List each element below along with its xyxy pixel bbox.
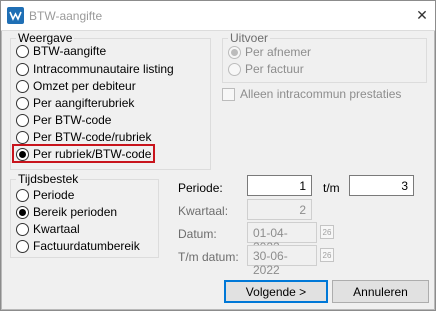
tm-datum-input[interactable]: 30-06-2022 — [247, 245, 317, 277]
radio-kwartaal-button[interactable] — [16, 222, 29, 236]
radio-per-btw-code-rubriek[interactable]: Per BTW-code/rubriek — [16, 129, 151, 145]
radio-per-factuur-label: Per factuur — [245, 62, 304, 76]
radio-omzet-per-debiteur[interactable]: Omzet per debiteur — [16, 78, 136, 94]
radio-periode[interactable]: Periode — [16, 187, 74, 203]
radio-bereik-perioden[interactable]: Bereik perioden — [16, 204, 117, 220]
next-button[interactable]: Volgende > — [224, 280, 328, 303]
kwartaal-input[interactable]: 2 — [247, 199, 312, 220]
radio-omzet-per-debiteur-button[interactable] — [16, 79, 29, 93]
datum-input[interactable]: 01-04-2022 — [247, 222, 317, 254]
radio-factuurdatumbereik[interactable]: Factuurdatumbereik — [16, 238, 140, 254]
dialog-body: Weergave BTW-aangifte Intracommunautaire… — [1, 31, 435, 310]
radio-btw-aangifte-button[interactable] — [16, 44, 29, 58]
datum-calendar-icon[interactable]: 26 — [320, 225, 334, 239]
radio-per-factuur[interactable]: Per factuur — [228, 61, 304, 77]
radio-per-rubriek-btw-code-label: Per rubriek/BTW-code — [33, 147, 152, 161]
tm-datum-calendar-day: 26 — [322, 250, 332, 260]
window-title: BTW-aangifte — [29, 9, 103, 23]
radio-kwartaal-label: Kwartaal — [33, 222, 80, 236]
app-icon — [7, 7, 24, 24]
radio-factuurdatumbereik-label: Factuurdatumbereik — [33, 239, 140, 253]
radio-kwartaal[interactable]: Kwartaal — [16, 221, 80, 237]
radio-btw-aangifte[interactable]: BTW-aangifte — [16, 43, 106, 59]
tijdsbestek-legend: Tijdsbestek — [16, 172, 81, 186]
radio-per-rubriek-btw-code-button[interactable] — [16, 147, 29, 161]
tm-datum-label: T/m datum: — [178, 250, 239, 264]
periode-from-input[interactable]: 1 — [247, 175, 312, 196]
radio-per-afnemer-label: Per afnemer — [245, 45, 312, 59]
periode-label: Periode: — [178, 181, 223, 195]
radio-bereik-perioden-button[interactable] — [16, 205, 29, 219]
radio-per-btw-code-button[interactable] — [16, 113, 29, 127]
radio-bereik-perioden-label: Bereik perioden — [33, 205, 118, 219]
radio-intracommunautaire-listing-button[interactable] — [16, 62, 29, 76]
radio-btw-aangifte-label: BTW-aangifte — [33, 44, 107, 58]
radio-per-rubriek-btw-code[interactable]: Per rubriek/BTW-code — [16, 146, 151, 162]
kwartaal-label: Kwartaal: — [178, 204, 229, 218]
radio-intracommunautaire-listing[interactable]: Intracommunautaire listing — [16, 61, 174, 77]
radio-intracommunautaire-listing-label: Intracommunautaire listing — [33, 62, 174, 76]
radio-periode-label: Periode — [33, 188, 75, 202]
periode-to-input[interactable]: 3 — [349, 175, 414, 196]
cancel-button[interactable]: Annuleren — [332, 280, 429, 303]
radio-per-aangifterubriek-label: Per aangifterubriek — [33, 96, 135, 110]
close-icon[interactable]: ✕ — [414, 7, 430, 23]
radio-per-afnemer[interactable]: Per afnemer — [228, 44, 311, 60]
radio-factuurdatumbereik-button[interactable] — [16, 239, 29, 253]
radio-per-factuur-button[interactable] — [228, 62, 241, 76]
checkbox-alleen-intracommun-box[interactable] — [222, 87, 235, 101]
datum-calendar-day: 26 — [322, 227, 332, 237]
checkbox-alleen-intracommun[interactable]: Alleen intracommun prestaties — [222, 86, 401, 102]
radio-per-btw-code-rubriek-label: Per BTW-code/rubriek — [33, 130, 152, 144]
radio-per-aangifterubriek-button[interactable] — [16, 96, 29, 110]
checkbox-alleen-intracommun-label: Alleen intracommun prestaties — [240, 87, 402, 101]
radio-per-aangifterubriek[interactable]: Per aangifterubriek — [16, 95, 134, 111]
radio-per-afnemer-button[interactable] — [228, 45, 241, 59]
radio-per-btw-code[interactable]: Per BTW-code — [16, 112, 111, 128]
radio-omzet-per-debiteur-label: Omzet per debiteur — [33, 79, 136, 93]
tm-label: t/m — [323, 181, 340, 195]
radio-per-btw-code-label: Per BTW-code — [33, 113, 112, 127]
radio-periode-button[interactable] — [16, 188, 29, 202]
title-bar: BTW-aangifte ✕ — [0, 0, 436, 31]
radio-per-btw-code-rubriek-button[interactable] — [16, 130, 29, 144]
uitvoer-legend: Uitvoer — [228, 31, 271, 45]
tm-datum-calendar-icon[interactable]: 26 — [320, 248, 334, 262]
datum-label: Datum: — [178, 227, 217, 241]
